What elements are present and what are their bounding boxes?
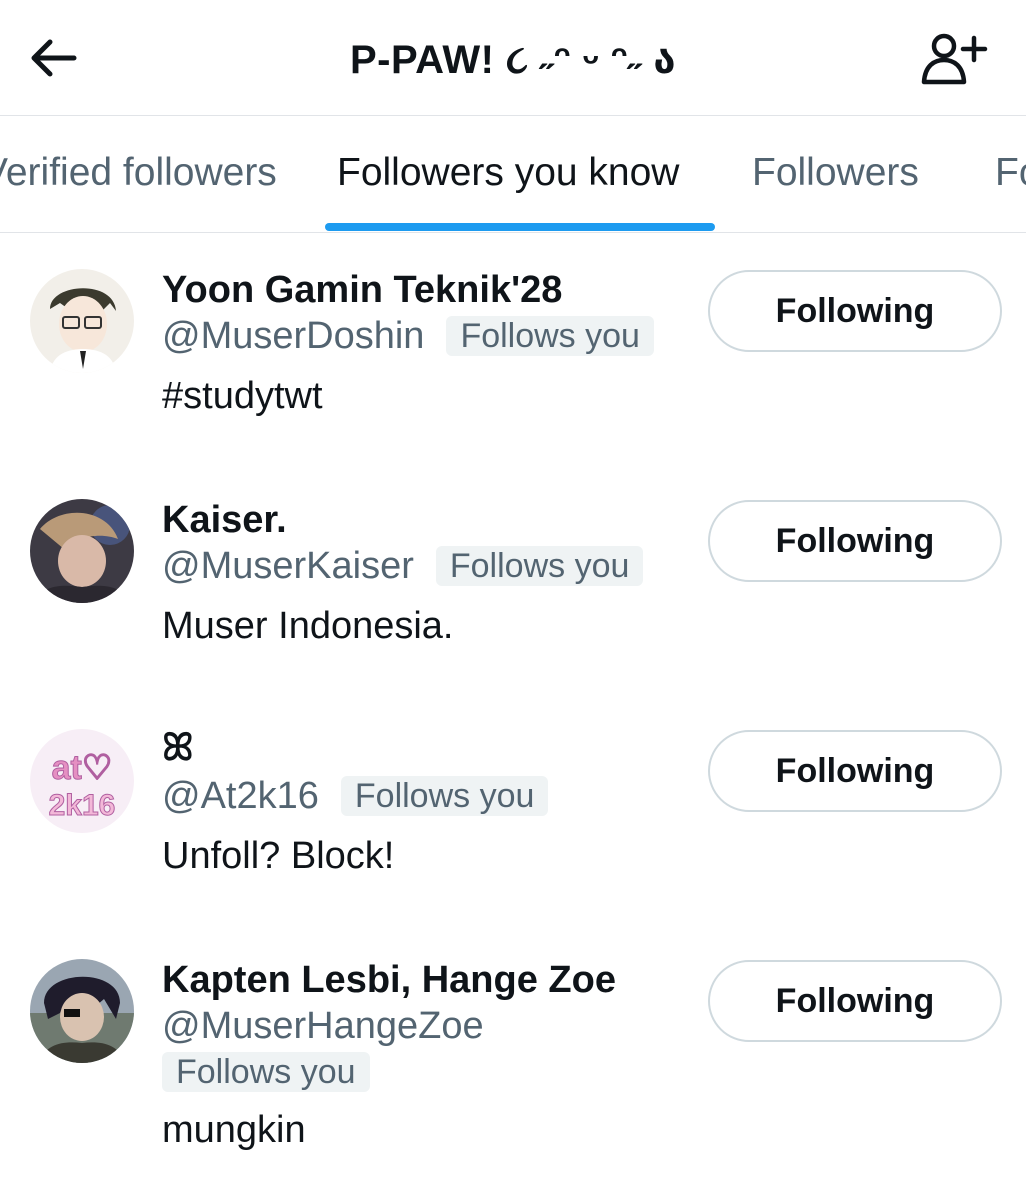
tab-verified-followers[interactable]: Verified followers [0,150,277,196]
user-row[interactable]: Kapten Lesbi, Hange Zoe @MuserHangeZoe F… [0,926,1026,1200]
follows-you-badge: Follows you [446,316,654,356]
avatar[interactable] [30,269,134,373]
following-button[interactable]: Following [708,270,1002,352]
avatar[interactable] [30,499,134,603]
avatar-text-top: at♡ [52,749,113,787]
tab-followers-you-know[interactable]: Followers you know [337,150,679,196]
active-tab-indicator [325,223,715,231]
add-user-icon [921,33,988,85]
avatar[interactable] [30,959,134,1063]
following-button[interactable]: Following [708,500,1002,582]
avatar[interactable]: at♡ 2k16 [30,729,134,833]
user-handle: @MuserKaiser [162,545,414,587]
user-handle: @At2k16 [162,775,319,817]
avatar-image [30,269,134,373]
handle-line: @MuserDoshin Follows you [162,314,654,358]
user-row[interactable]: Yoon Gamin Teknik'28 @MuserDoshin Follow… [0,236,1026,466]
user-name: Kapten Lesbi, Hange Zoe [162,959,616,1001]
user-bio: mungkin [162,1109,306,1151]
user-bio: #studytwt [162,375,323,417]
top-bar: P-PAW! ૮ ˶ᵔ ᵕ ᵔ˶ ა [0,0,1026,116]
avatar-image [30,499,134,603]
add-user-button[interactable] [920,30,990,88]
avatar-text-bottom: 2k16 [49,789,116,822]
following-button[interactable]: Following [708,960,1002,1042]
tab-followers[interactable]: Followers [752,150,919,196]
page-title: P-PAW! ૮ ˶ᵔ ᵕ ᵔ˶ ა [349,38,677,82]
avatar-image: at♡ 2k16 [30,729,134,833]
user-bio: Unfoll? Block! [162,835,395,877]
user-name: Yoon Gamin Teknik'28 [162,269,563,311]
user-name: Kaiser. [162,499,287,541]
handle-line: @At2k16 Follows you [162,774,549,818]
follows-you-badge: Follows you [162,1052,370,1092]
follows-you-badge: Follows you [435,546,644,586]
user-name: ꕤ [162,727,194,769]
user-row[interactable]: Kaiser. @MuserKaiser Follows you Muser I… [0,466,1026,696]
handle-line: @MuserHangeZoe [162,1004,484,1048]
avatar-image [30,959,134,1063]
user-handle: @MuserHangeZoe [162,1005,484,1047]
follows-you-badge: Follows you [340,776,549,816]
tab-following[interactable]: Following [995,150,1026,196]
user-row[interactable]: at♡ 2k16 ꕤ @At2k16 Follows you Unfoll? B… [0,696,1026,926]
handle-line: @MuserKaiser Follows you [162,544,644,588]
following-button[interactable]: Following [708,730,1002,812]
user-bio: Muser Indonesia. [162,605,454,647]
tab-bar: Verified followers Followers you know Fo… [0,116,1026,233]
user-handle: @MuserDoshin [162,315,425,357]
